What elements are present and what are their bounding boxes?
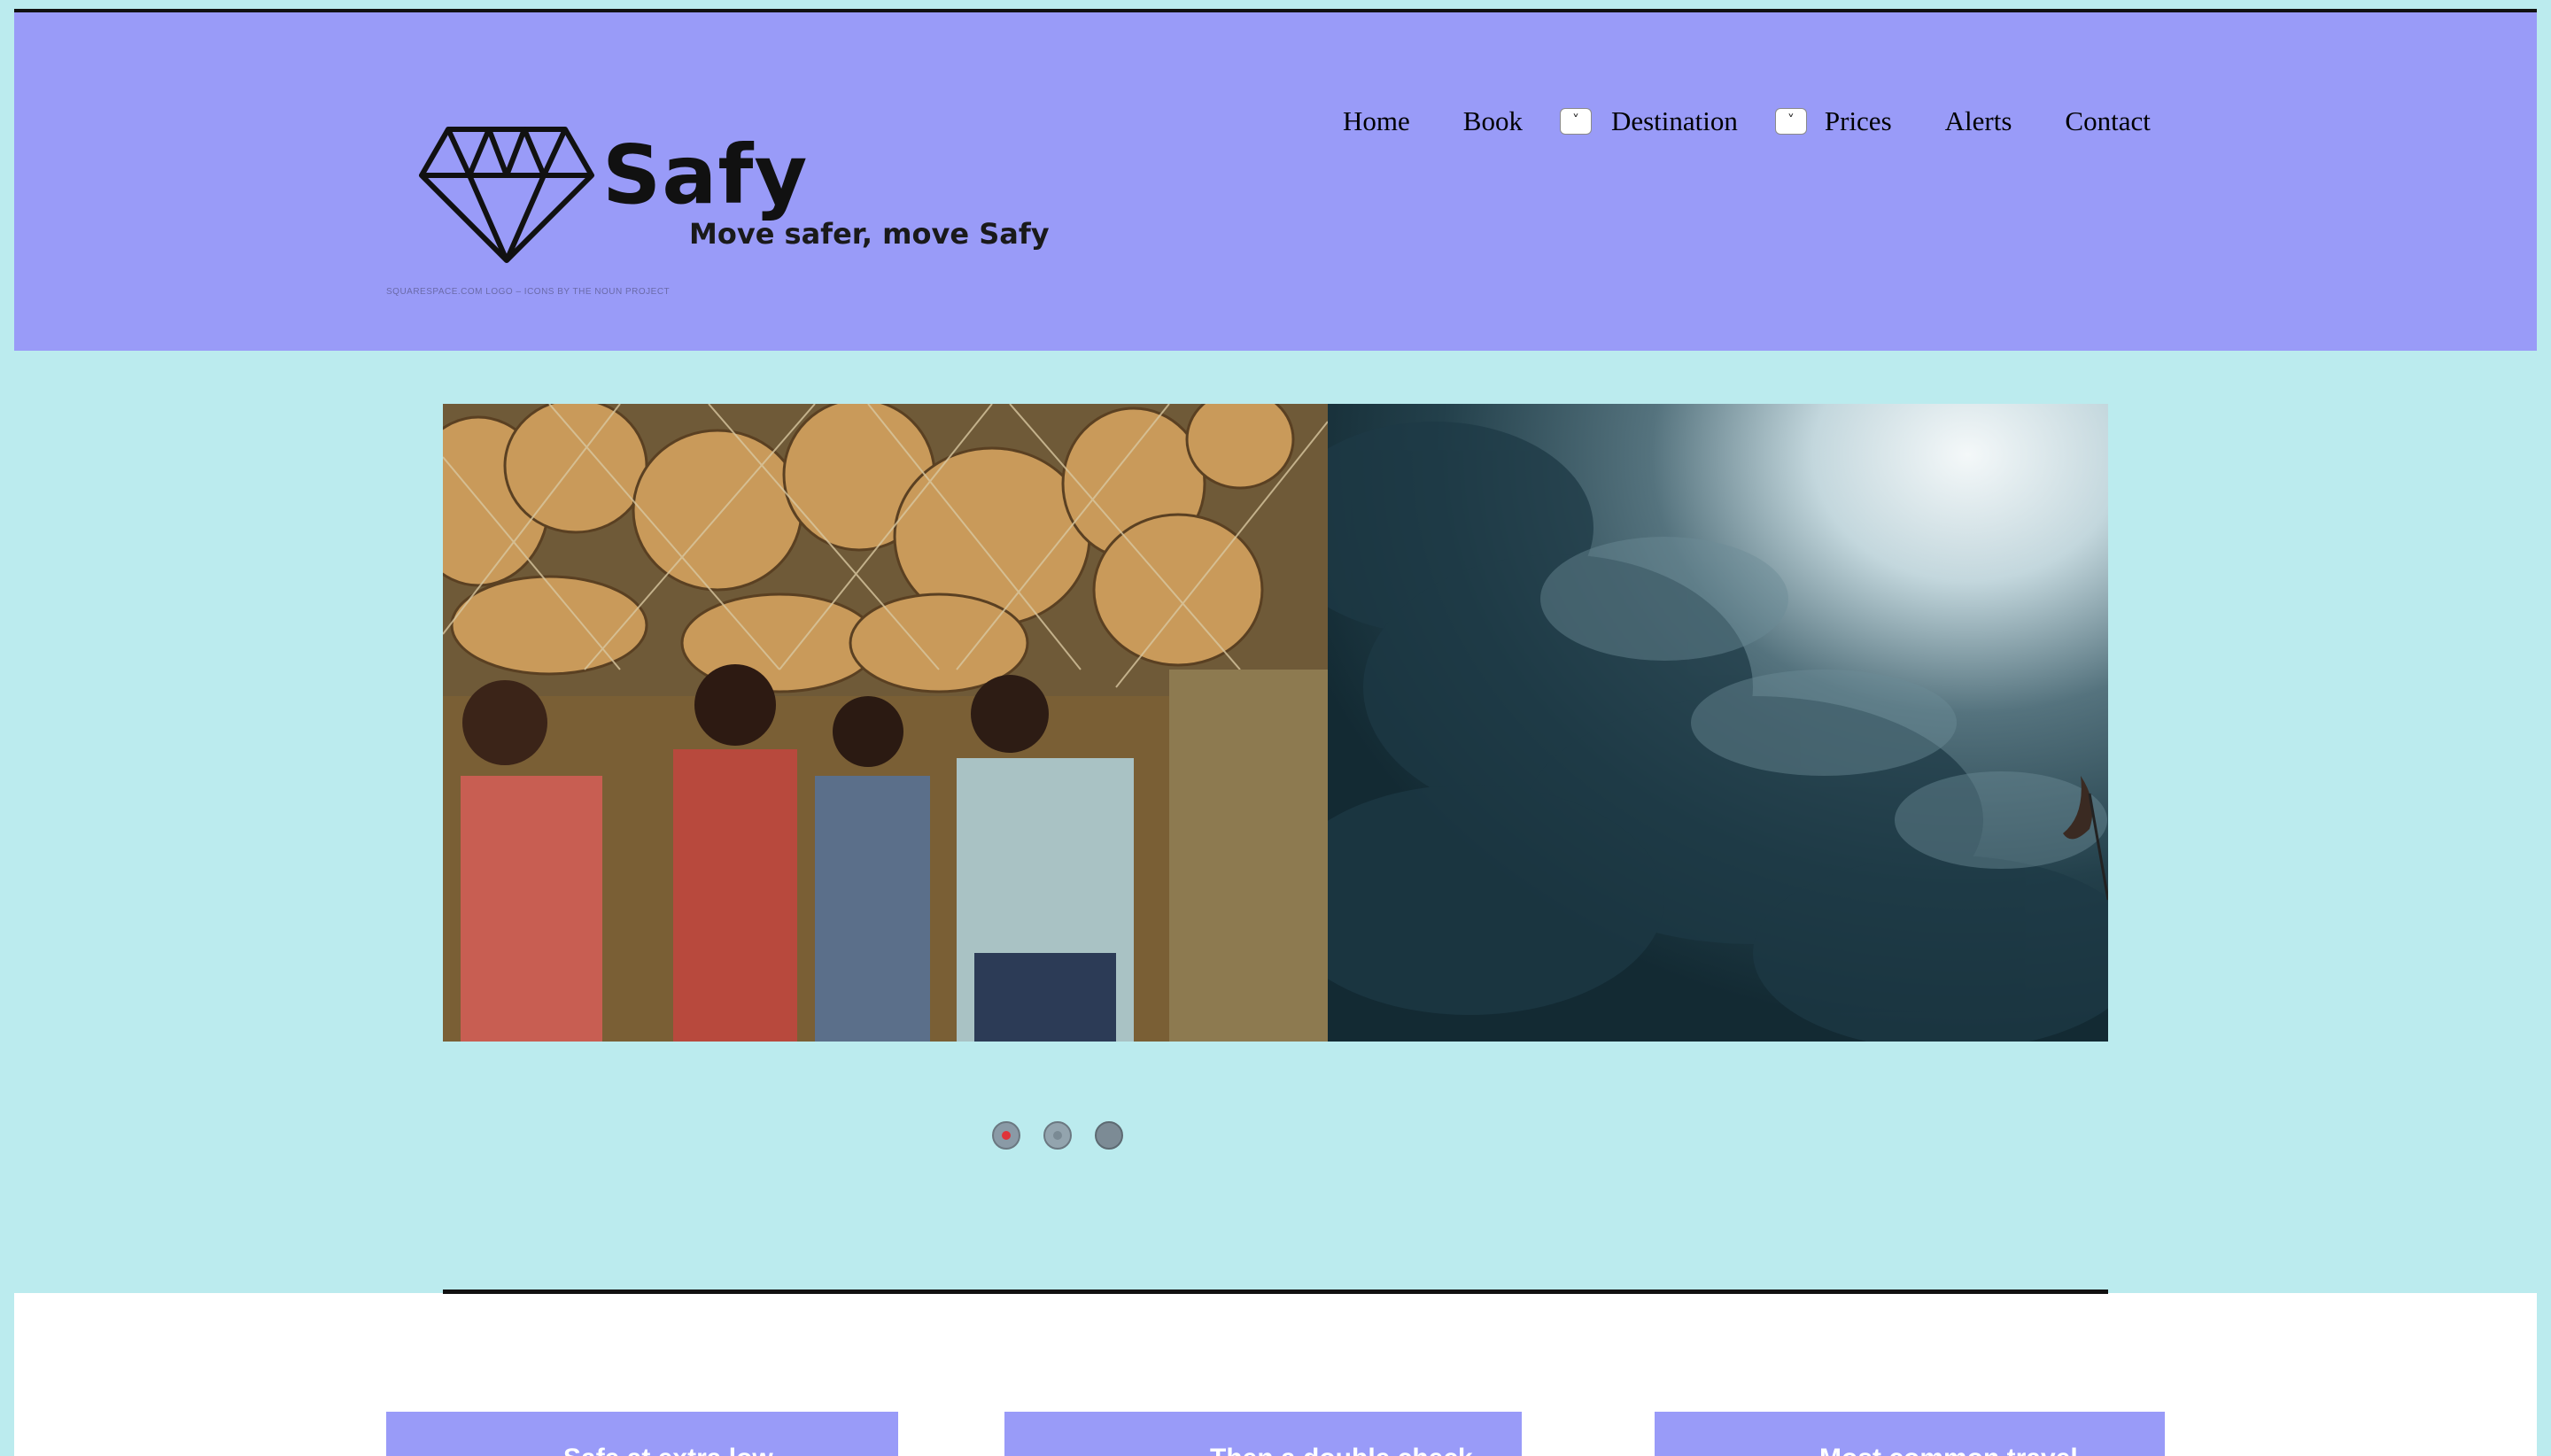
section-divider	[443, 1289, 2108, 1294]
active-indicator	[1002, 1131, 1011, 1140]
brand-name: Safy	[602, 128, 809, 222]
site-header: Safy Move safer, move Safy SQUARESPACE.C…	[14, 12, 2537, 351]
feature-card-3[interactable]: Most common travel	[1655, 1412, 2165, 1456]
site-logo[interactable]: Safy Move safer, move Safy SQUARESPACE.C…	[386, 112, 1059, 306]
image-slider[interactable]	[443, 404, 2108, 1042]
feature-title: Then a double check	[1210, 1444, 1473, 1456]
feature-card-1[interactable]: Safe at extra low	[386, 1412, 898, 1456]
feature-title: Most common travel	[1819, 1444, 2078, 1456]
nav-home[interactable]: Home	[1343, 105, 1410, 137]
tagline: Move safer, move Safy	[689, 217, 1050, 251]
main-nav: Home Book ˅ Destination ˅ Prices Alerts …	[1343, 99, 2151, 143]
feature-title: Safe at extra low	[563, 1444, 773, 1456]
stormy-sea-wave-photo	[1328, 404, 2108, 1042]
logo-credit: SQUARESPACE.COM LOGO – ICONS BY THE NOUN…	[386, 287, 671, 297]
nav-alerts[interactable]: Alerts	[1945, 105, 2012, 137]
nav-destination[interactable]: Destination	[1611, 105, 1738, 137]
feature-card-2[interactable]: Then a double check	[1004, 1412, 1522, 1456]
slider-dots	[992, 1121, 1123, 1150]
slider-dot-1[interactable]	[992, 1121, 1020, 1150]
destination-dropdown-toggle[interactable]: ˅	[1559, 108, 1592, 135]
diamond-icon	[419, 127, 594, 263]
nav-prices[interactable]: Prices	[1825, 105, 1892, 137]
villagers-carrying-gourds-photo	[443, 404, 1328, 1042]
nav-contact[interactable]: Contact	[2065, 105, 2150, 137]
slider-dot-3[interactable]	[1095, 1121, 1123, 1150]
prices-dropdown-toggle[interactable]: ˅	[1774, 108, 1807, 135]
dot-indicator	[1053, 1131, 1062, 1140]
page: Safy Move safer, move Safy SQUARESPACE.C…	[0, 0, 2551, 1456]
slider-dot-2[interactable]	[1043, 1121, 1072, 1150]
nav-book[interactable]: Book	[1463, 105, 1523, 137]
